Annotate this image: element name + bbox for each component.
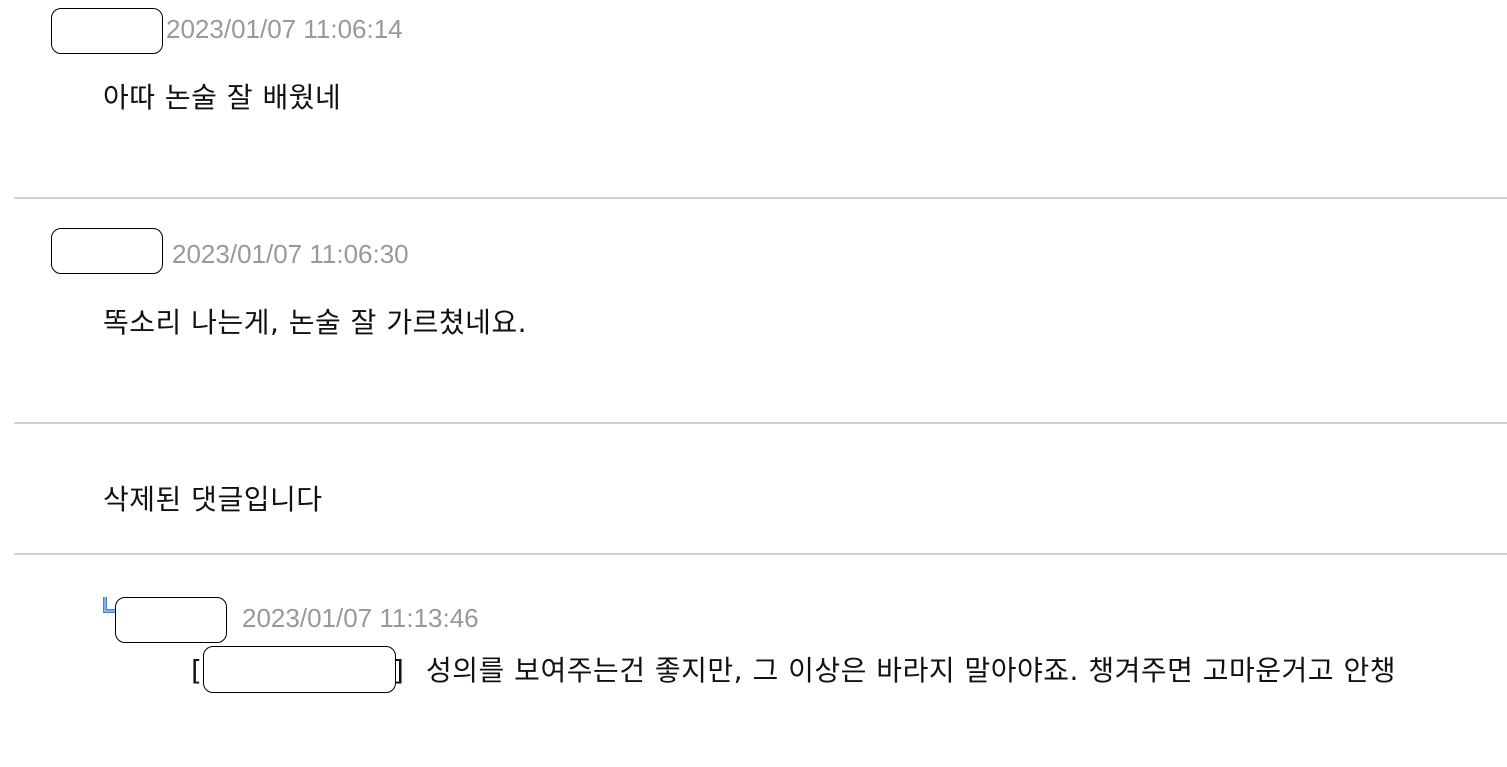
author-nickname-redacted[interactable] (115, 597, 227, 643)
reply-arrow-icon (103, 597, 115, 613)
comment-timestamp: 2023/01/07 11:06:30 (172, 239, 409, 269)
author-nickname-redacted[interactable] (51, 228, 163, 274)
comment-divider (14, 422, 1507, 424)
comment-timestamp: 2023/01/07 11:06:14 (166, 14, 403, 44)
comment-divider (14, 553, 1507, 555)
comment-divider (14, 197, 1507, 199)
comment-timestamp: 2023/01/07 11:13:46 (242, 603, 479, 633)
comment-text: 성의를 보여주는건 좋지만, 그 이상은 바라지 말아야죠. 챙겨주면 고마운거… (426, 654, 1396, 687)
mentioned-user-redacted[interactable] (203, 646, 396, 693)
author-nickname-redacted[interactable] (51, 8, 163, 54)
mention-bracket-open: [ (191, 654, 202, 687)
comment-text: 아따 논술 잘 배웠네 (103, 81, 342, 114)
comment-text: 똑소리 나는게, 논술 잘 가르쳤네요. (103, 306, 528, 339)
mention-bracket-close: ] (393, 654, 404, 687)
deleted-comment-text: 삭제된 댓글입니다 (103, 483, 323, 516)
